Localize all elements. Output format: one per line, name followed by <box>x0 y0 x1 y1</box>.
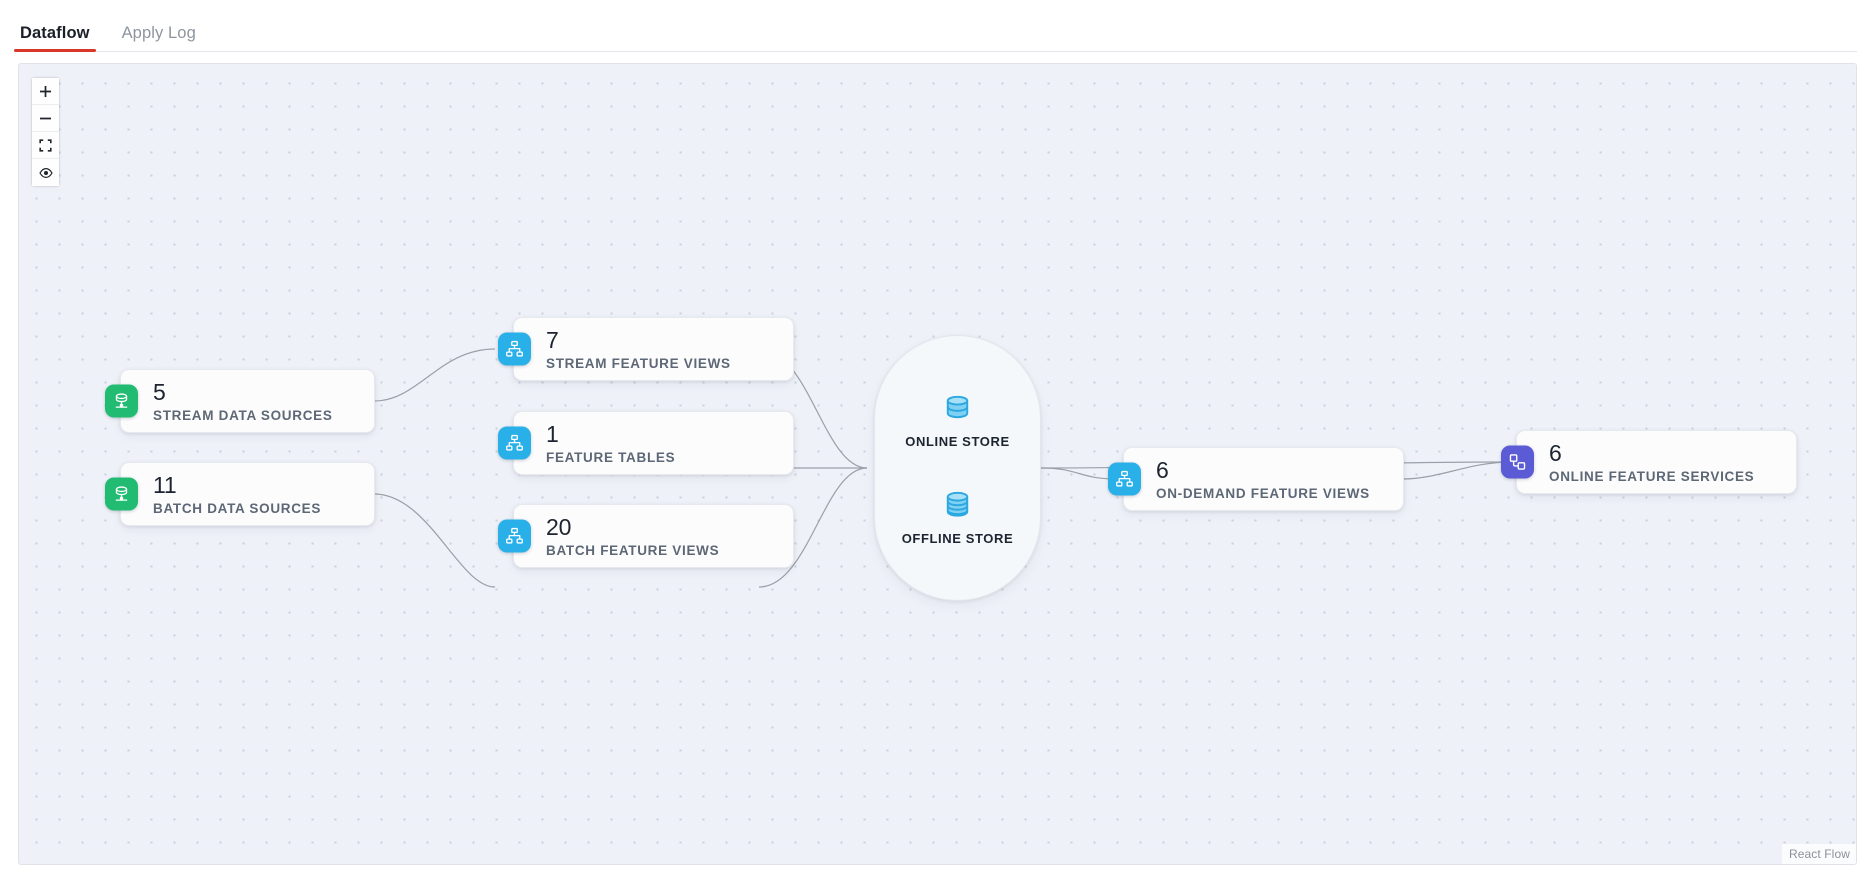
stream-feature-view-badge <box>498 332 531 366</box>
database-single-icon <box>940 390 975 425</box>
node-text: 6 ON-DEMAND FEATURE VIEWS <box>1124 456 1384 501</box>
online-store-label: ONLINE STORE <box>905 434 1010 449</box>
node-text: 6 ONLINE FEATURE SERVICES <box>1517 439 1768 484</box>
node-label: BATCH DATA SOURCES <box>153 500 322 516</box>
offline-store[interactable]: OFFLINE STORE <box>902 487 1014 546</box>
node-stream-feature-views[interactable]: 7 STREAM FEATURE VIEWS <box>498 317 794 381</box>
batch-data-source-badge <box>105 477 138 511</box>
batch-feature-view-badge <box>498 519 531 553</box>
node-label: ONLINE FEATURE SERVICES <box>1549 468 1755 484</box>
fit-view-icon <box>39 138 52 152</box>
node-feature-tables[interactable]: 1 FEATURE TABLES <box>498 411 794 475</box>
tab-bar: Dataflow Apply Log <box>0 0 1875 52</box>
node-text: 5 STREAM DATA SOURCES <box>121 378 347 423</box>
zoom-in-button[interactable] <box>32 78 59 105</box>
plus-icon <box>39 85 52 98</box>
online-store[interactable]: ONLINE STORE <box>905 390 1009 449</box>
node-stream-data-sources[interactable]: 5 STREAM DATA SOURCES <box>105 369 375 433</box>
dataflow-canvas[interactable]: 5 STREAM DATA SOURCES 11 BATCH DATA SOUR… <box>18 63 1857 865</box>
database-stacked-icon <box>940 487 975 522</box>
tab-apply-log[interactable]: Apply Log <box>120 24 198 53</box>
eye-icon <box>38 167 53 179</box>
node-label: STREAM FEATURE VIEWS <box>546 355 731 371</box>
node-online-feature-services[interactable]: 6 ONLINE FEATURE SERVICES <box>1501 430 1797 494</box>
online-feature-services-badge <box>1501 445 1534 479</box>
store-group[interactable]: ONLINE STORE OFFLINE STORE <box>874 335 1041 601</box>
data-source-icon <box>112 392 131 411</box>
feature-tables-badge <box>498 426 531 460</box>
data-source-icon <box>112 485 131 504</box>
tab-dataflow[interactable]: Dataflow <box>14 24 96 53</box>
fit-view-button[interactable] <box>32 132 59 159</box>
node-batch-feature-views[interactable]: 20 BATCH FEATURE VIEWS <box>498 504 794 568</box>
node-count: 5 <box>153 378 166 405</box>
node-text: 7 STREAM FEATURE VIEWS <box>514 326 745 371</box>
toggle-interactivity-button[interactable] <box>32 159 59 186</box>
node-count: 7 <box>546 326 559 353</box>
node-count: 11 <box>153 471 177 498</box>
sitemap-icon <box>505 527 524 546</box>
node-on-demand-feature-views[interactable]: 6 ON-DEMAND FEATURE VIEWS <box>1108 447 1404 511</box>
node-count: 20 <box>546 513 572 540</box>
node-text: 11 BATCH DATA SOURCES <box>121 471 335 516</box>
node-label: STREAM DATA SOURCES <box>153 407 333 423</box>
sitemap-icon <box>505 434 524 453</box>
on-demand-feature-view-badge <box>1108 462 1141 496</box>
minus-icon <box>39 112 52 125</box>
offline-store-label: OFFLINE STORE <box>901 531 1014 546</box>
node-label: FEATURE TABLES <box>546 449 676 465</box>
node-count: 6 <box>1549 439 1562 466</box>
sitemap-icon <box>1115 470 1134 489</box>
node-label: BATCH FEATURE VIEWS <box>546 542 720 558</box>
zoom-out-button[interactable] <box>32 105 59 132</box>
canvas-controls[interactable] <box>32 78 59 186</box>
node-text: 20 BATCH FEATURE VIEWS <box>514 513 733 558</box>
stream-data-source-badge <box>105 384 138 418</box>
node-count: 6 <box>1156 456 1169 483</box>
node-batch-data-sources[interactable]: 11 BATCH DATA SOURCES <box>105 462 375 526</box>
node-count: 1 <box>546 420 559 447</box>
feature-service-icon <box>1508 453 1527 472</box>
node-text: 1 FEATURE TABLES <box>514 420 689 465</box>
react-flow-attribution[interactable]: React Flow <box>1781 844 1856 864</box>
node-label: ON-DEMAND FEATURE VIEWS <box>1156 485 1370 501</box>
sitemap-icon <box>505 340 524 359</box>
